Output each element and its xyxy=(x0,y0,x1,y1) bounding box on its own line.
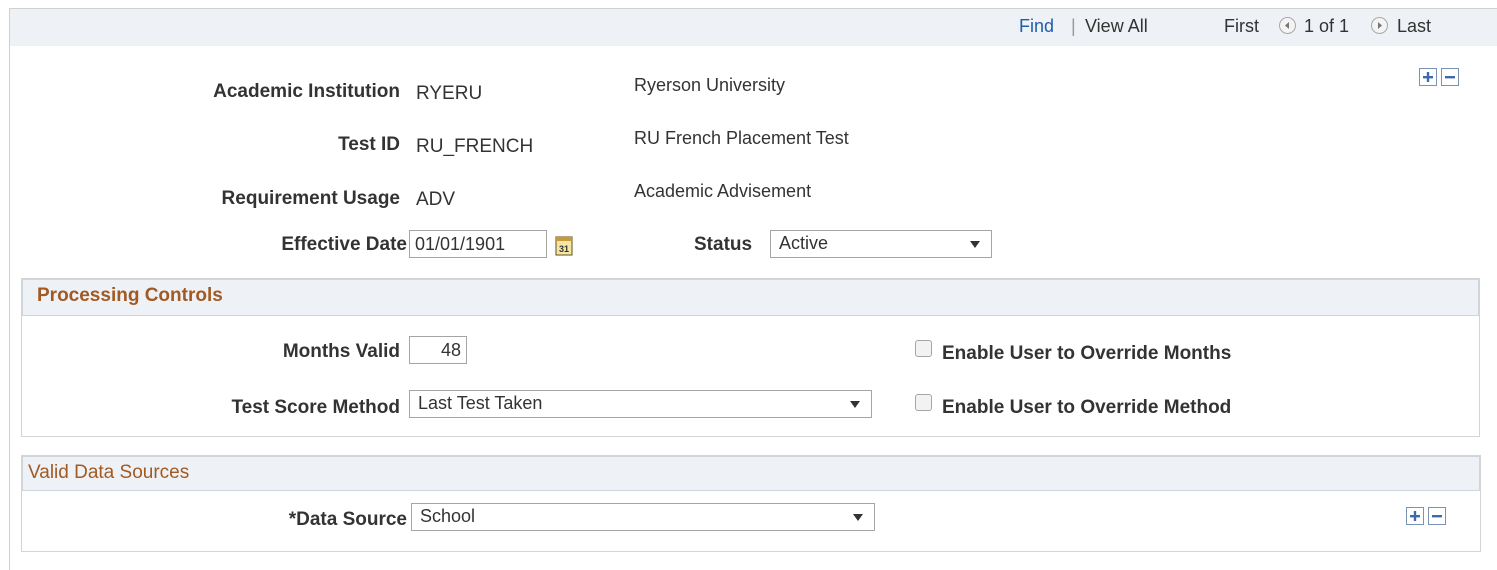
test-score-method-label: Test Score Method xyxy=(231,397,400,418)
override-method-checkbox[interactable] xyxy=(915,394,932,411)
dropdown-arrow-icon xyxy=(850,401,860,408)
delete-row-button[interactable] xyxy=(1441,68,1459,86)
minus-icon xyxy=(1445,76,1455,79)
chevron-left-icon xyxy=(1285,22,1289,29)
status-select[interactable]: Active xyxy=(770,230,992,258)
minus-icon xyxy=(1432,515,1442,518)
status-label: Status xyxy=(694,234,753,255)
effective-date-label: Effective Date xyxy=(281,234,407,255)
svg-text:31: 31 xyxy=(559,244,569,254)
previous-row-button[interactable] xyxy=(1279,17,1296,34)
test-id-label: Test ID xyxy=(338,134,400,155)
test-id-description: RU French Placement Test xyxy=(634,128,849,148)
override-months-checkbox[interactable] xyxy=(915,340,932,357)
academic-institution-label: Academic Institution xyxy=(213,81,400,102)
academic-institution-value: RYERU xyxy=(416,83,483,104)
dropdown-arrow-icon xyxy=(970,241,980,248)
add-row-button[interactable] xyxy=(1419,68,1437,86)
months-valid-label: Months Valid xyxy=(282,341,400,362)
scroll-nav-bar xyxy=(10,9,1497,46)
first-label: First xyxy=(1224,16,1259,36)
find-link[interactable]: Find xyxy=(1019,16,1054,37)
academic-institution-description: Ryerson University xyxy=(634,75,786,95)
nav-separator: | xyxy=(1071,16,1076,36)
plus-icon xyxy=(1423,72,1433,82)
processing-controls-title: Processing Controls xyxy=(37,285,223,306)
chevron-right-icon xyxy=(1378,22,1382,29)
data-source-selected-value: School xyxy=(420,506,476,526)
test-score-method-selected-value: Last Test Taken xyxy=(418,393,543,413)
valid-data-sources-header xyxy=(22,456,1480,491)
test-score-method-select[interactable]: Last Test Taken xyxy=(409,390,872,418)
view-all-link[interactable]: View All xyxy=(1085,16,1148,37)
plus-icon xyxy=(1410,511,1420,521)
requirement-usage-value: ADV xyxy=(416,189,456,210)
row-counter: 1 of 1 xyxy=(1304,16,1350,36)
status-selected-value: Active xyxy=(779,233,829,253)
dropdown-arrow-icon xyxy=(853,514,863,521)
add-data-source-button[interactable] xyxy=(1406,507,1424,525)
test-id-value: RU_FRENCH xyxy=(416,136,534,157)
last-label: Last xyxy=(1397,16,1432,36)
next-row-button[interactable] xyxy=(1371,17,1388,34)
override-months-label: Enable User to Override Months xyxy=(942,343,1232,364)
calendar-icon[interactable]: 31 xyxy=(555,235,573,256)
months-valid-input[interactable] xyxy=(409,336,467,364)
data-source-select[interactable]: School xyxy=(411,503,875,531)
override-method-label: Enable User to Override Method xyxy=(942,397,1232,418)
requirement-usage-label: Requirement Usage xyxy=(221,188,400,209)
valid-data-sources-title: Valid Data Sources xyxy=(28,462,190,483)
delete-data-source-button[interactable] xyxy=(1428,507,1446,525)
data-source-label: *Data Source xyxy=(288,509,407,530)
processing-controls-header xyxy=(22,279,1479,316)
effective-date-input[interactable] xyxy=(409,230,547,258)
requirement-usage-description: Academic Advisement xyxy=(634,181,812,201)
